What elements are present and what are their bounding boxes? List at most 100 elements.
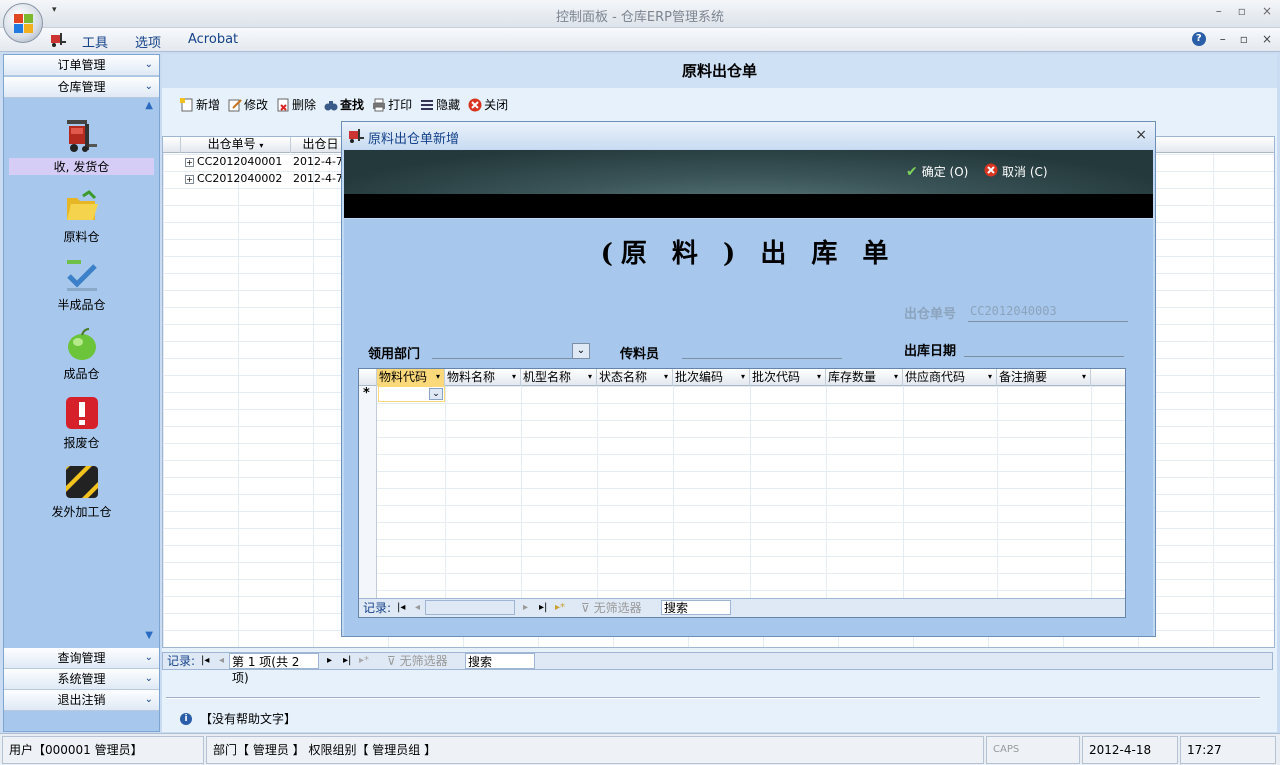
select-all-corner[interactable]: [359, 369, 377, 386]
status-dept: 部门【 管理员 】 权限组别【 管理员组 】: [206, 736, 984, 764]
menu-bar: 工具 选项 Acrobat ? – ▫ ×: [0, 28, 1280, 52]
date-label: 出库日期: [904, 344, 957, 359]
select-all-corner[interactable]: [163, 137, 181, 153]
table-row[interactable]: + CC2012040002 2012-4-7: [163, 171, 343, 188]
dialog-banner: ✔ 确定 (O) 取消 (C): [344, 150, 1153, 194]
sidebar-group-logout[interactable]: 退出注销 ⌄: [4, 690, 159, 711]
sidebar-group-query[interactable]: 查询管理 ⌄: [4, 648, 159, 669]
prev-record-button[interactable]: ◂: [219, 653, 224, 669]
column-header-remarks[interactable]: 备注摘要 ▾: [997, 369, 1091, 386]
courier-field[interactable]: [682, 358, 842, 359]
add-button[interactable]: 新增: [180, 96, 220, 113]
sort-dropdown-icon: ▾: [259, 141, 264, 150]
prev-record-button[interactable]: ◂: [415, 599, 420, 617]
warning-icon: [65, 396, 99, 430]
next-record-button[interactable]: ▸: [327, 653, 332, 669]
date-field[interactable]: [964, 356, 1124, 357]
sidebar-group-system[interactable]: 系统管理 ⌄: [4, 669, 159, 690]
minimize-button[interactable]: –: [1216, 4, 1222, 18]
column-header-order-no[interactable]: 出仓单号 ▾: [181, 137, 291, 153]
dept-dropdown[interactable]: ⌄: [572, 343, 590, 359]
new-record-button[interactable]: ▸*: [359, 653, 369, 669]
navigation-sidebar: 订单管理 ⌄ 仓库管理 ⌄ ▲ 收, 发货仓 原料仓 半成品仓 成品仓 报废仓 …: [3, 54, 160, 732]
items-grid-header: 物料代码 ▾ 物料名称 ▾ 机型名称 ▾ 状态名称 ▾ 批次编码 ▾ 批次代码 ▾ 库存数量…: [359, 369, 1125, 386]
menu-acrobat[interactable]: Acrobat: [188, 32, 238, 47]
window-title: 控制面板 - 仓库ERP管理系统: [555, 10, 725, 25]
column-header-status-name[interactable]: 状态名称 ▾: [597, 369, 673, 386]
filter-toggle[interactable]: ⊽ 无筛选器: [387, 653, 448, 669]
column-header-model-name[interactable]: 机型名称 ▾: [521, 369, 597, 386]
material-code-combobox[interactable]: ⌄: [378, 386, 445, 402]
last-record-button[interactable]: ▸|: [343, 653, 351, 669]
printer-icon: [372, 98, 386, 112]
filter-toggle[interactable]: ⊽ 无筛选器: [581, 599, 642, 617]
menu-tools[interactable]: 工具: [82, 32, 108, 51]
edit-button[interactable]: 修改: [228, 96, 268, 113]
expand-row-icon[interactable]: +: [185, 158, 194, 167]
menu-options[interactable]: 选项: [135, 32, 161, 51]
dialog-banner-strip: [344, 194, 1153, 218]
close-button[interactable]: ×: [1262, 4, 1272, 18]
delete-button[interactable]: 删除: [276, 96, 316, 113]
last-record-button[interactable]: ▸|: [539, 599, 547, 617]
dialog-close-icon[interactable]: ×: [1135, 127, 1147, 143]
sidebar-item-receiving[interactable]: 收, 发货仓: [4, 120, 159, 175]
office-logo-icon: [14, 14, 34, 34]
print-button[interactable]: 打印: [372, 96, 412, 113]
mdi-minimize-button[interactable]: –: [1220, 32, 1226, 46]
list-icon: [420, 98, 434, 112]
mdi-close-button[interactable]: ×: [1262, 32, 1272, 46]
sidebar-item-raw-material[interactable]: 原料仓: [4, 190, 159, 245]
form-toolbar: 新增 修改 删除 查找 打印 隐藏 关闭: [180, 96, 508, 113]
close-circle-icon: [468, 98, 482, 112]
forklift-small-icon[interactable]: [50, 31, 66, 47]
restore-button[interactable]: ▫: [1238, 4, 1246, 18]
chevron-down-icon: ⌄: [144, 694, 153, 705]
sidebar-item-finished[interactable]: 成品仓: [4, 327, 159, 382]
column-header-batch-id[interactable]: 批次代码 ▾: [750, 369, 826, 386]
cancel-button[interactable]: 取消 (C): [984, 163, 1048, 180]
new-record-button[interactable]: ▸*: [555, 599, 565, 617]
column-header-stock-qty[interactable]: 库存数量 ▾: [826, 369, 903, 386]
scroll-down-icon[interactable]: ▼: [145, 630, 153, 641]
column-header-material-name[interactable]: 物料名称 ▾: [445, 369, 521, 386]
sidebar-item-scrap[interactable]: 报废仓: [4, 396, 159, 451]
record-position-field[interactable]: 第 1 项(共 2 项): [229, 653, 319, 685]
filter-icon: ⊽: [581, 601, 590, 615]
column-header-batch-code[interactable]: 批次编码 ▾: [673, 369, 750, 386]
find-button[interactable]: 查找: [324, 96, 364, 113]
table-row[interactable]: + CC2012040001 2012-4-7: [163, 154, 343, 171]
sidebar-item-outsourcing[interactable]: 发外加工仓: [4, 465, 159, 520]
scroll-up-icon[interactable]: ▲: [145, 100, 153, 111]
hide-button[interactable]: 隐藏: [420, 96, 460, 113]
status-bar: 用户【000001 管理员】 部门【 管理员 】 权限组别【 管理员组 】 CA…: [0, 733, 1280, 765]
edit-pencil-icon: [228, 98, 242, 112]
document-title: (原 料 ) 出 库 单: [600, 239, 897, 269]
help-icon[interactable]: ?: [1191, 32, 1206, 46]
chevron-down-icon[interactable]: ⌄: [429, 388, 443, 400]
dialog-title-bar[interactable]: 原料出仓单新增 ×: [342, 122, 1155, 149]
chevron-down-icon: ⌄: [144, 673, 153, 684]
next-record-button[interactable]: ▸: [523, 599, 528, 617]
dept-label: 领用部门: [368, 347, 421, 362]
divider: [166, 697, 1260, 699]
sidebar-group-warehouse[interactable]: 仓库管理 ⌄: [4, 77, 159, 98]
search-input[interactable]: 搜索: [661, 600, 731, 615]
expand-row-icon[interactable]: +: [185, 175, 194, 184]
first-record-button[interactable]: |◂: [201, 653, 209, 669]
chevron-down-icon: ⌄: [144, 59, 153, 70]
office-orb-button[interactable]: [3, 3, 43, 43]
status-caps: CAPS: [986, 736, 1080, 764]
close-form-button[interactable]: 关闭: [468, 96, 508, 113]
sidebar-group-orders[interactable]: 订单管理 ⌄: [4, 55, 159, 76]
record-position-field[interactable]: [425, 600, 515, 615]
order-no-label: 出仓单号: [904, 307, 957, 322]
mdi-restore-button[interactable]: ▫: [1240, 32, 1248, 46]
page-title: 原料出仓单: [162, 54, 1277, 88]
first-record-button[interactable]: |◂: [397, 599, 405, 617]
column-header-supplier-code[interactable]: 供应商代码 ▾: [903, 369, 997, 386]
search-input[interactable]: 搜索: [465, 653, 535, 669]
column-header-material-code[interactable]: 物料代码 ▾: [377, 369, 445, 386]
sidebar-item-semi-finished[interactable]: 半成品仓: [4, 258, 159, 313]
confirm-button[interactable]: ✔ 确定 (O): [906, 163, 968, 180]
